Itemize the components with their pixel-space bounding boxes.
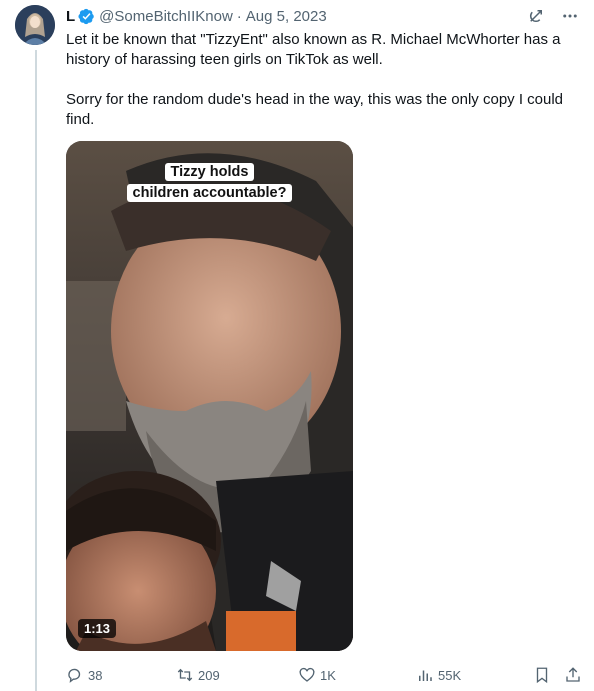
tweet-date[interactable]: Aug 5, 2023 [246, 8, 327, 25]
tweet-header: L @SomeBitchIIKnow · Aug 5, 2023 [66, 6, 327, 26]
video-player[interactable]: Tizzy holds children accountable? 1:13 [66, 141, 353, 651]
share-icon [566, 667, 580, 682]
views-button[interactable]: 55K [416, 664, 461, 686]
bookmark-button[interactable] [533, 664, 551, 686]
like-count: 1K [320, 667, 336, 683]
tweet-paragraph: Let it be known that "TizzyEnt" also kno… [66, 31, 561, 68]
heart-icon [299, 667, 315, 682]
video-caption: Tizzy holds children accountable? [66, 161, 353, 203]
video-frame [66, 141, 353, 651]
tweet-text: Let it be known that "TizzyEnt" also kno… [66, 30, 581, 130]
reply-icon [68, 668, 81, 683]
avatar[interactable] [15, 5, 55, 45]
reply-button[interactable]: 38 [66, 664, 102, 686]
user-handle[interactable]: @SomeBitchIIKnow [99, 8, 233, 25]
display-name[interactable]: L [66, 8, 75, 25]
video-caption-line: children accountable? [126, 184, 293, 202]
avatar-image [15, 5, 55, 45]
header-actions [526, 6, 580, 26]
verified-badge-icon[interactable] [78, 8, 95, 25]
action-bar: 38 209 1K 55K [66, 664, 586, 686]
grok-icon[interactable] [526, 6, 546, 26]
video-duration: 1:13 [78, 619, 117, 638]
repost-count: 209 [198, 667, 220, 683]
thread-line [35, 50, 37, 691]
bookmark-icon [536, 667, 548, 684]
tweet[interactable]: L @SomeBitchIIKnow · Aug 5, 2023 Let it … [0, 0, 594, 691]
video-caption-line: Tizzy holds [164, 163, 255, 181]
separator-dot: · [236, 7, 242, 25]
share-button[interactable] [564, 664, 582, 686]
views-icon [419, 670, 432, 681]
views-count: 55K [438, 667, 462, 683]
more-icon[interactable] [560, 6, 580, 26]
repost-button[interactable]: 209 [176, 664, 220, 686]
reply-count: 38 [88, 667, 103, 683]
like-button[interactable]: 1K [298, 664, 336, 686]
tweet-paragraph: Sorry for the random dude's head in the … [66, 91, 564, 128]
repost-icon [177, 668, 193, 682]
